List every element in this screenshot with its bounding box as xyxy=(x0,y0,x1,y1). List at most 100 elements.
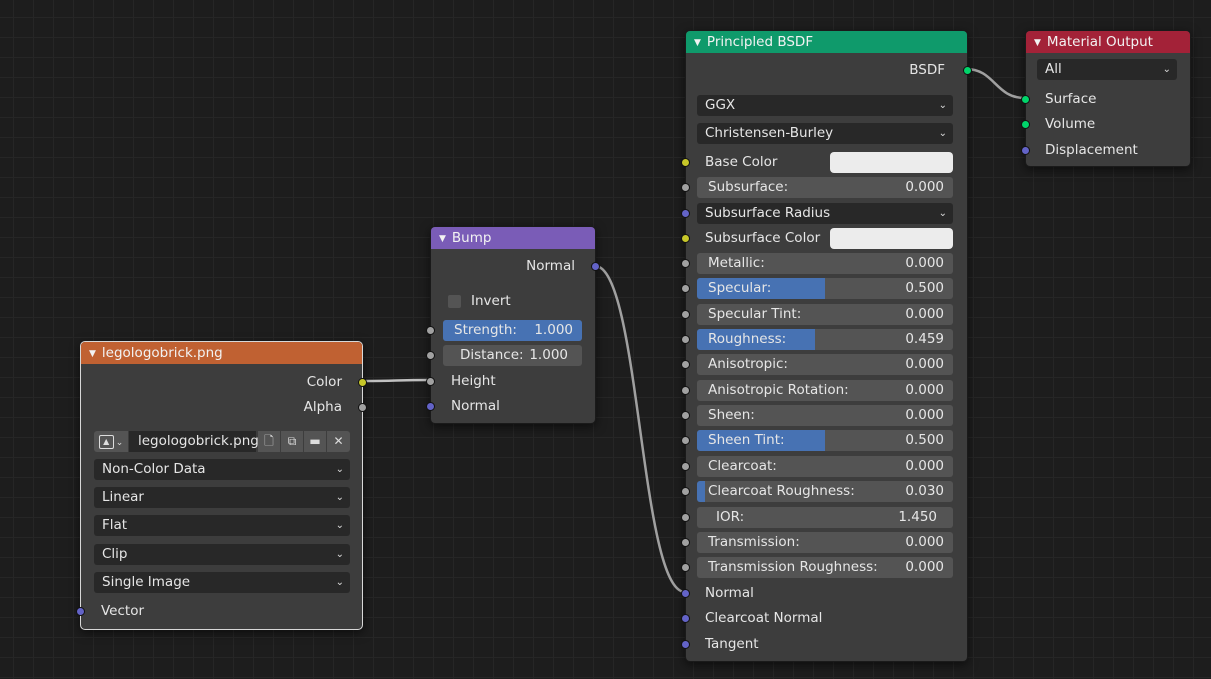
subsurface-field[interactable]: Subsurface: 0.000 xyxy=(697,177,953,198)
anisotropic-input-socket[interactable] xyxy=(681,359,690,369)
specular-tint-field[interactable]: Specular Tint: 0.000 xyxy=(697,304,953,325)
transmission-field[interactable]: Transmission: 0.000 xyxy=(697,532,953,553)
color-output-socket[interactable] xyxy=(358,377,367,387)
principled-bsdf-node[interactable]: ▼ Principled BSDF BSDF GGX ⌄ Christensen-B… xyxy=(681,30,972,662)
transmission-roughness-field[interactable]: Transmission Roughness: 0.000 xyxy=(697,557,953,578)
anisotropic-value: 0.000 xyxy=(905,356,944,372)
anisotropic-rotation-input-socket[interactable] xyxy=(681,385,690,395)
distribution-dropdown[interactable]: GGX ⌄ xyxy=(697,95,953,116)
material-output-header[interactable]: ▼ Material Output xyxy=(1026,31,1190,53)
duplicate-image-icon[interactable]: ⧉ xyxy=(281,431,303,452)
output-normal-row: Normal xyxy=(431,254,600,278)
normal-input-socket[interactable] xyxy=(426,401,435,411)
bsdf-output-socket[interactable] xyxy=(963,65,972,75)
distance-value: 1.000 xyxy=(529,347,568,363)
clearcoat-roughness-fill xyxy=(697,481,705,502)
bump-node[interactable]: ▼ Bump Normal Invert Strength: 1.000 Dist… xyxy=(426,226,600,424)
image-texture-header[interactable]: ▼ legologobrick.png xyxy=(81,342,362,364)
vector-input-socket[interactable] xyxy=(76,606,85,616)
clearcoat-field[interactable]: Clearcoat: 0.000 xyxy=(697,456,953,477)
input-clearcoat-normal-row: Clearcoat Normal xyxy=(681,606,967,630)
clearcoat-roughness-label: Clearcoat Roughness: xyxy=(708,483,855,499)
sheen-field[interactable]: Sheen: 0.000 xyxy=(697,405,953,426)
image-name: legologobrick.png xyxy=(138,433,259,449)
clearcoat-label: Clearcoat: xyxy=(708,458,777,474)
collapse-triangle-icon[interactable]: ▼ xyxy=(1034,38,1041,48)
roughness-input-socket[interactable] xyxy=(681,334,690,344)
image-texture-node[interactable]: ▼ legologobrick.png Color Alpha ▲ ⌄ legolo… xyxy=(76,341,367,630)
subsurface-radius-dropdown[interactable]: Subsurface Radius ⌄ xyxy=(697,203,953,224)
bsdf-header[interactable]: ▼ Principled BSDF xyxy=(686,31,967,53)
unlink-x-icon[interactable]: ✕ xyxy=(327,431,350,452)
height-input-socket[interactable] xyxy=(426,376,435,386)
source-dropdown[interactable]: Single Image ⌄ xyxy=(94,572,350,593)
target-dropdown[interactable]: All ⌄ xyxy=(1037,59,1177,80)
image-datablock-selector[interactable]: ▲ ⌄ legologobrick.png 🗋 ⧉ ▬ ✕ xyxy=(94,431,350,452)
transmission-input-socket[interactable] xyxy=(681,537,690,547)
node-title: legologobrick.png xyxy=(101,345,223,361)
output-alpha-row: Alpha xyxy=(81,395,367,419)
image-browse-button[interactable]: ▲ ⌄ xyxy=(94,431,128,452)
extension-dropdown[interactable]: Clip ⌄ xyxy=(94,544,350,565)
sheen-tint-input-socket[interactable] xyxy=(681,435,690,445)
clearcoat-normal-input-socket[interactable] xyxy=(681,613,690,623)
input-tangent-row: Tangent xyxy=(681,632,967,656)
bump-header[interactable]: ▼ Bump xyxy=(431,227,595,249)
surface-input-socket[interactable] xyxy=(1021,94,1030,104)
base-color-swatch[interactable] xyxy=(830,152,953,173)
subsurface-color-input-socket[interactable] xyxy=(681,233,690,243)
open-folder-icon[interactable]: ▬ xyxy=(304,431,326,452)
specular-input-socket[interactable] xyxy=(681,283,690,293)
collapse-triangle-icon[interactable]: ▼ xyxy=(694,38,701,48)
specular-tint-input-socket[interactable] xyxy=(681,309,690,319)
collapse-triangle-icon[interactable]: ▼ xyxy=(439,234,446,244)
distance-input-socket[interactable] xyxy=(426,350,435,360)
strength-field[interactable]: Strength: 1.000 xyxy=(443,320,582,341)
clearcoat-roughness-input-socket[interactable] xyxy=(681,486,690,496)
clearcoat-roughness-field[interactable]: Clearcoat Roughness: 0.030 xyxy=(697,481,953,502)
clearcoat-value: 0.000 xyxy=(905,458,944,474)
node-title: Bump xyxy=(451,230,492,246)
anisotropic-rotation-field[interactable]: Anisotropic Rotation: 0.000 xyxy=(697,380,953,401)
link-bsdf-to-surface xyxy=(965,67,1026,100)
invert-checkbox[interactable] xyxy=(448,295,461,308)
ior-field[interactable]: IOR: 1.450 xyxy=(697,507,953,528)
clearcoat-input-socket[interactable] xyxy=(681,461,690,471)
input-height-row: Height xyxy=(426,369,595,393)
subsurface-radius-input-socket[interactable] xyxy=(681,208,690,218)
metallic-field[interactable]: Metallic: 0.000 xyxy=(697,253,953,274)
projection-dropdown[interactable]: Flat ⌄ xyxy=(94,515,350,536)
chevron-down-icon: ⌄ xyxy=(938,100,947,111)
transmission-roughness-input-socket[interactable] xyxy=(681,562,690,572)
collapse-triangle-icon[interactable]: ▼ xyxy=(89,349,96,359)
roughness-field[interactable]: Roughness: 0.459 xyxy=(697,329,953,350)
input-surface-label: Surface xyxy=(1045,91,1097,107)
displacement-input-socket[interactable] xyxy=(1021,145,1030,155)
sheen-tint-field[interactable]: Sheen Tint: 0.500 xyxy=(697,430,953,451)
color-space-dropdown[interactable]: Non-Color Data ⌄ xyxy=(94,459,350,480)
strength-input-socket[interactable] xyxy=(426,325,435,335)
ior-input-socket[interactable] xyxy=(681,512,690,522)
new-image-icon[interactable]: 🗋 xyxy=(258,431,280,452)
subsurface-input-socket[interactable] xyxy=(681,182,690,192)
input-normal-label: Normal xyxy=(451,398,500,414)
normal-input-socket[interactable] xyxy=(681,588,690,598)
sheen-input-socket[interactable] xyxy=(681,410,690,420)
anisotropic-label: Anisotropic: xyxy=(708,356,788,372)
target-value: All xyxy=(1045,61,1062,77)
interpolation-dropdown[interactable]: Linear ⌄ xyxy=(94,487,350,508)
specular-field[interactable]: Specular: 0.500 xyxy=(697,278,953,299)
volume-input-socket[interactable] xyxy=(1021,119,1030,129)
image-name-field[interactable]: legologobrick.png xyxy=(129,431,259,452)
normal-output-socket[interactable] xyxy=(591,261,600,271)
material-output-node[interactable]: ▼ Material Output All ⌄ Surface Volume Dis… xyxy=(1021,30,1191,167)
subsurface-color-label: Subsurface Color xyxy=(705,230,821,246)
anisotropic-field[interactable]: Anisotropic: 0.000 xyxy=(697,354,953,375)
alpha-output-socket[interactable] xyxy=(358,402,367,412)
subsurface-method-dropdown[interactable]: Christensen-Burley ⌄ xyxy=(697,123,953,144)
base-color-input-socket[interactable] xyxy=(681,157,690,167)
distance-field[interactable]: Distance: 1.000 xyxy=(443,345,582,366)
tangent-input-socket[interactable] xyxy=(681,639,690,649)
subsurface-color-swatch[interactable] xyxy=(830,228,953,249)
metallic-input-socket[interactable] xyxy=(681,258,690,268)
